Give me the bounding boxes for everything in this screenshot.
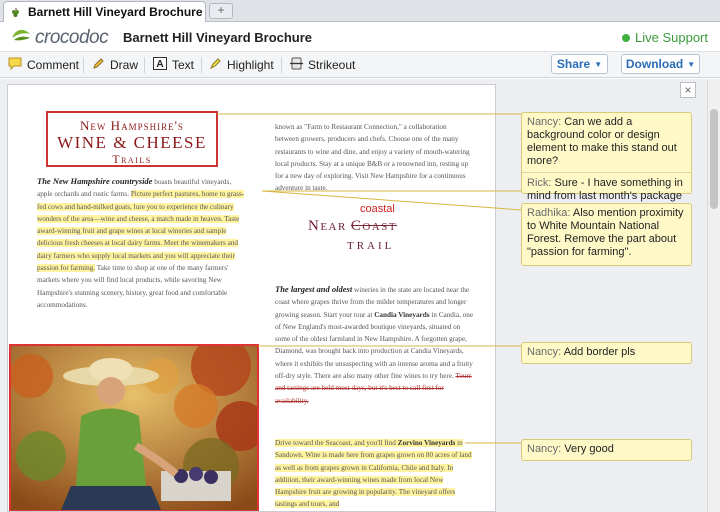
near-coast-trail-heading: Near Coast coastal TRAIL (308, 203, 495, 252)
title-line-1: New Hampshire's (80, 118, 184, 133)
title-line-3: Trails (112, 152, 152, 166)
comment-author: Nancy: (527, 443, 562, 455)
right-column-body: The largest and oldest wineries in the s… (275, 283, 475, 407)
text-tool-button[interactable]: A Text (153, 56, 194, 74)
comment-text: Very good (561, 443, 614, 455)
scrollbar-thumb[interactable] (710, 109, 718, 209)
comment-text: Add border pls (561, 346, 636, 358)
comment-author: Rick: (527, 177, 552, 189)
zorvino-vineyards-name[interactable]: Zorvino Vineyards (397, 439, 456, 447)
logo-text: crocodoc (35, 26, 109, 48)
comment-entry: Rick: Sure - I have something in mind fr… (527, 177, 686, 203)
strikeout-icon (290, 57, 303, 73)
strikeout-tool-label: Strikeout (308, 58, 356, 72)
text-tool-label: Text (172, 58, 195, 72)
toolbar-divider (281, 57, 282, 73)
crocodoc-logo[interactable]: crocodoc (10, 26, 109, 49)
chevron-down-icon: ▼ (594, 59, 603, 69)
live-support-link[interactable]: Live Support (622, 30, 708, 45)
app-header: crocodoc Barnett Hill Vineyard Brochure … (0, 22, 720, 52)
zorvino-highlight-rest[interactable]: in Sandown. Wine is made here from grape… (275, 439, 472, 509)
left-column-text: The New Hampshire countryside boasts bea… (37, 175, 247, 311)
comment-author: Nancy: (527, 346, 562, 358)
comment-entry: Nancy: Can we add a background color or … (527, 116, 686, 168)
draw-tool-button[interactable]: Draw (92, 56, 138, 74)
share-label: Share (556, 57, 591, 71)
comment-card[interactable]: Nancy: Add border pls (521, 342, 692, 364)
tab-title: Barnett Hill Vineyard Brochure (28, 5, 203, 19)
toolbar-divider (201, 57, 202, 73)
brochure-title-box: New Hampshire's WINE & CHEESE Trails (46, 111, 218, 167)
comment-author: Nancy: (527, 116, 562, 128)
annotation-toolbar: Comment Draw A Text Highlight Strikeout … (0, 52, 720, 78)
share-dropdown-button[interactable]: Share ▼ (551, 54, 608, 74)
highlighted-passage[interactable]: Picture perfect pastures, home to grass-… (37, 190, 245, 273)
comment-icon (8, 57, 22, 73)
close-comments-button[interactable]: × (680, 82, 696, 98)
status-dot-icon (622, 33, 630, 42)
chevron-down-icon: ▼ (687, 59, 696, 69)
near-word: Near (308, 218, 347, 234)
right-column-top-text: known as "Farm to Restaurant Connection,… (275, 123, 470, 193)
crocodoc-logo-icon (10, 26, 32, 49)
comment-card[interactable]: Radhika: Also mention proximity to White… (521, 203, 692, 266)
strikeout-tool-button[interactable]: Strikeout (290, 56, 355, 74)
highlight-tool-label: Highlight (227, 58, 274, 72)
toolbar-divider (83, 57, 84, 73)
right-column-highlight: Drive toward the Seacoast, and you'll fi… (275, 437, 475, 511)
coastal-inserted-text[interactable]: coastal (360, 203, 395, 215)
browser-tab-bar: Barnett Hill Vineyard Brochure + (0, 0, 720, 22)
new-tab-button[interactable]: + (209, 3, 233, 19)
download-label: Download (625, 57, 684, 71)
highlight-tool-button[interactable]: Highlight (209, 56, 274, 74)
comment-author: Radhika: (527, 207, 571, 219)
toolbar-divider (144, 57, 145, 73)
comment-divider (522, 172, 691, 173)
browser-tab[interactable]: Barnett Hill Vineyard Brochure (3, 1, 206, 22)
zorvino-highlight-start[interactable]: Drive toward the Seacoast, and you'll fi… (275, 439, 398, 447)
download-dropdown-button[interactable]: Download ▼ (621, 54, 700, 74)
draw-tool-label: Draw (110, 58, 139, 72)
vineyard-photo[interactable] (9, 344, 259, 511)
coast-word-struck[interactable]: Coast (351, 218, 397, 234)
live-support-label: Live Support (635, 30, 708, 45)
document-page[interactable]: New Hampshire's WINE & CHEESE Trails The… (7, 84, 496, 512)
right-lead-heading: The largest and oldest (275, 284, 353, 294)
text-icon: A (153, 57, 167, 73)
svg-text:A: A (156, 59, 163, 70)
comment-thread[interactable]: Nancy: Can we add a background color or … (521, 112, 692, 202)
highlighter-icon (209, 57, 222, 73)
pencil-icon (92, 57, 105, 73)
comment-text: Sure - I have something in mind from las… (527, 177, 683, 202)
grape-favicon-icon (10, 6, 22, 18)
title-line-2: WINE & CHEESE (57, 133, 207, 152)
comment-tool-label: Comment (27, 58, 80, 72)
candia-vineyards-name: Candia Vineyards (374, 310, 430, 319)
left-lead-heading: The New Hampshire countryside (37, 176, 153, 186)
vertical-scrollbar[interactable] (707, 79, 720, 512)
comment-card[interactable]: Nancy: Very good (521, 439, 692, 461)
trail-word: TRAIL (347, 240, 395, 252)
right-body-middle: in Candia, one of New England's most-awa… (275, 310, 474, 381)
comment-tool-button[interactable]: Comment (8, 56, 79, 74)
document-title: Barnett Hill Vineyard Brochure (123, 30, 313, 45)
